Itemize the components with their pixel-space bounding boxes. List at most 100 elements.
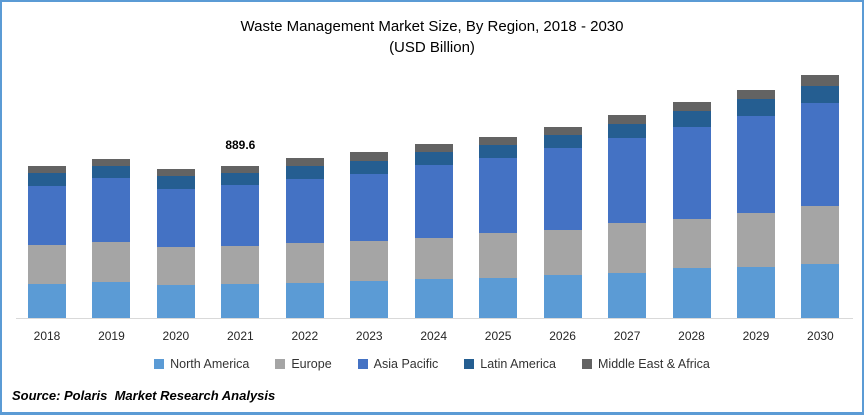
x-axis-label-2027: 2027	[613, 329, 641, 343]
bar-segment-north-america-2028	[672, 268, 711, 318]
bar-segment-asia-pacific-2027	[608, 138, 647, 224]
bar-segment-north-america-2023	[350, 280, 389, 318]
legend-item-europe: Europe	[275, 357, 332, 371]
bar-segment-latin-america-2020	[156, 176, 195, 189]
source-attribution: Source: Polaris Market Research Analysis	[12, 388, 276, 403]
x-axis-label-2025: 2025	[484, 329, 512, 343]
bar-segment-asia-pacific-2023	[350, 173, 389, 242]
legend-label-north-america: North America	[170, 357, 250, 371]
x-axis-label-2030: 2030	[807, 329, 834, 343]
bar-segment-north-america-2024	[414, 278, 453, 318]
legend-item-north-america: North America	[154, 357, 249, 371]
x-axis-label-2028: 2028	[678, 329, 705, 343]
bar-segment-latin-america-2026	[543, 135, 582, 149]
bar-segment-middle-east-africa-2028	[672, 101, 711, 112]
legend-marker-icon-north-america	[154, 359, 165, 369]
bar-segment-asia-pacific-2030	[801, 102, 840, 206]
chart-bar-2027	[608, 115, 647, 318]
bar-segment-asia-pacific-2026	[543, 148, 582, 230]
x-axis-label-2019: 2019	[98, 329, 125, 343]
bar-segment-middle-east-africa-2018	[28, 166, 66, 173]
bar-segment-latin-america-2024	[414, 152, 453, 166]
chart-bar-2030	[801, 74, 840, 318]
bar-segment-middle-east-africa-2025	[479, 136, 518, 146]
bar-segment-europe-2023	[350, 241, 389, 281]
chart-bar-2026	[543, 126, 582, 318]
bar-segment-latin-america-2029	[736, 99, 775, 116]
bar-segment-north-america-2025	[479, 277, 518, 318]
chart-bar-2021	[221, 166, 260, 318]
chart-bar-2020	[156, 168, 195, 318]
bar-segment-asia-pacific-2021	[221, 184, 260, 247]
bar-segment-latin-america-2025	[479, 145, 518, 158]
legend-label-asia-pacific: Asia Pacific	[373, 357, 439, 371]
data-label-2021: 889.6	[225, 138, 256, 153]
bar-segment-europe-2021	[221, 246, 260, 284]
bar-segment-asia-pacific-2028	[672, 126, 711, 219]
x-axis-label-2029: 2029	[742, 329, 770, 343]
bar-segment-middle-east-africa-2027	[608, 115, 647, 125]
chart-bar-2018	[28, 166, 66, 318]
bar-segment-europe-2018	[28, 244, 66, 285]
legend-marker-icon-latin-america	[464, 359, 475, 369]
legend-item-middle-east-africa: Middle East & Africa	[582, 357, 710, 371]
bar-segment-middle-east-africa-2020	[156, 168, 195, 176]
bar-segment-middle-east-africa-2021	[221, 166, 260, 174]
bar-segment-asia-pacific-2018	[28, 185, 66, 245]
legend-marker-icon-asia-pacific	[357, 359, 368, 369]
bar-segment-europe-2025	[479, 232, 518, 278]
bar-segment-asia-pacific-2024	[414, 165, 453, 238]
legend-label-latin-america: Latin America	[480, 357, 556, 371]
bar-segment-latin-america-2021	[221, 173, 260, 185]
x-axis-label-2020: 2020	[162, 329, 190, 343]
chart-frame: Waste Management Market Size, By Region,…	[0, 0, 864, 415]
bar-segment-north-america-2018	[28, 284, 66, 318]
x-axis-label-2018: 2018	[33, 329, 61, 343]
bar-segment-north-america-2020	[156, 284, 195, 318]
legend: North America Europe Asia Pacific Latin Ame…	[2, 357, 862, 371]
chart-bar-2023	[350, 152, 389, 318]
bar-segment-latin-america-2028	[672, 111, 711, 127]
bar-segment-asia-pacific-2019	[92, 178, 131, 243]
x-axis-label-2023: 2023	[355, 329, 383, 343]
bar-segment-asia-pacific-2029	[736, 115, 775, 213]
bar-segment-europe-2020	[156, 247, 195, 285]
bar-segment-middle-east-africa-2029	[736, 89, 775, 100]
chart-bar-2019	[92, 158, 131, 318]
bar-segment-latin-america-2030	[801, 85, 840, 103]
legend-label-europe: Europe	[291, 357, 332, 371]
legend-marker-icon-middle-east-africa	[582, 359, 592, 369]
bar-segment-asia-pacific-2022	[285, 178, 324, 244]
bar-segment-asia-pacific-2020	[156, 188, 195, 247]
bar-segment-europe-2024	[414, 237, 453, 279]
bar-segment-north-america-2021	[221, 283, 260, 318]
bar-segment-europe-2019	[92, 242, 131, 283]
bar-segment-north-america-2019	[92, 282, 131, 318]
bar-segment-asia-pacific-2025	[479, 157, 518, 233]
legend-item-asia-pacific: Asia Pacific	[357, 357, 439, 371]
bar-segment-latin-america-2023	[350, 161, 389, 174]
chart-bar-2028	[672, 101, 711, 318]
x-axis-label-2022: 2022	[291, 329, 319, 343]
bar-segment-europe-2027	[608, 223, 647, 273]
bar-segment-latin-america-2019	[92, 166, 131, 179]
bar-segment-middle-east-africa-2023	[350, 152, 389, 162]
bar-segment-middle-east-africa-2019	[92, 158, 131, 167]
legend-label-middle-east-africa: Middle East & Africa	[598, 357, 710, 371]
bar-segment-middle-east-africa-2030	[801, 74, 840, 86]
chart-bar-2025	[479, 136, 518, 318]
bar-segment-europe-2022	[285, 243, 324, 283]
chart-bar-2022	[285, 158, 324, 318]
x-axis-label-2026: 2026	[549, 329, 576, 343]
bar-segment-latin-america-2022	[285, 166, 324, 179]
legend-item-latin-america: Latin America	[464, 357, 556, 371]
chart-bar-2024	[414, 144, 453, 318]
legend-marker-icon-europe	[275, 359, 286, 369]
chart-bar-2029	[736, 89, 775, 318]
bar-segment-latin-america-2018	[28, 172, 66, 186]
bar-segment-latin-america-2027	[608, 124, 647, 139]
bar-segment-north-america-2029	[736, 266, 775, 318]
bar-segment-north-america-2027	[608, 272, 647, 318]
bar-segment-middle-east-africa-2024	[414, 144, 453, 153]
bar-segment-europe-2026	[543, 229, 582, 276]
